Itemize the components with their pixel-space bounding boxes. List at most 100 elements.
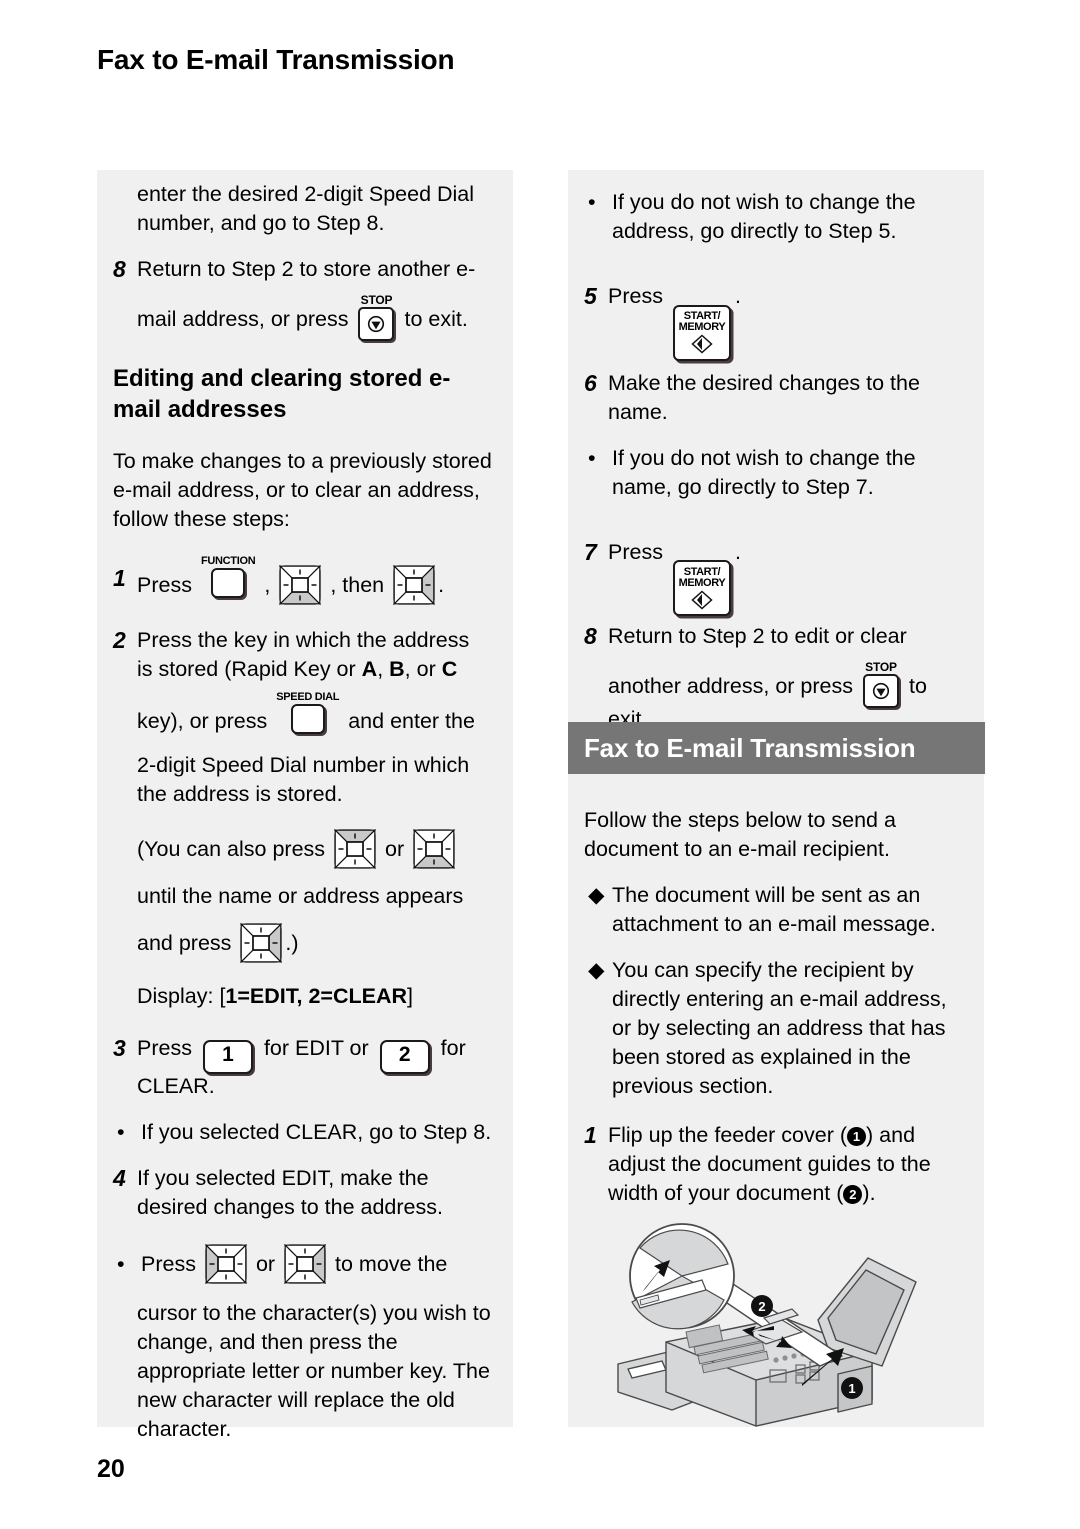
down-arrow-key-icon [279,564,322,606]
display-close: ] [407,984,414,1008]
step-5-press-start: 5 Press START/ MEMORY . [584,268,968,361]
start-memory-line2: MEMORY [678,576,726,589]
bullet-dot: • [588,190,596,214]
fax-machine-drawing: 1 2 [617,1223,917,1427]
bullet-dot: • [117,1252,125,1276]
stop-key-button[interactable] [358,307,395,341]
speed-dial-key[interactable]: SPEED DIAL [276,691,340,749]
right-arrow-key-icon [283,1243,327,1285]
start-memory-key-button[interactable]: START/ MEMORY [672,304,731,361]
bullet-name-no-change: • If you do not wish to change the name,… [584,444,968,502]
left-arrow-key[interactable] [204,1243,248,1301]
function-key-caption: FUNCTION [200,555,256,567]
start-memory-key[interactable]: START/ MEMORY [672,560,731,616]
step-2-line2a: is stored (Rapid Key or [137,657,362,681]
paren-pre: (You can also press [137,837,326,861]
step-7-press-start: 7 Press START/ MEMORY . [584,524,968,616]
subsection-heading: Editing and clearing stored e-mail addre… [113,365,451,423]
step-number: 8 [113,256,126,282]
step-8-store-another: 8 Return to Step 2 to store another e- [113,255,497,284]
stop-key[interactable]: STOP [358,294,395,341]
right-arrow-key[interactable] [240,922,283,980]
step-2-line3: key), or press SPEED DIAL and enter the [137,692,497,749]
speed-dial-key-button[interactable] [290,704,325,734]
step-2-line3-pre: key), or press [137,709,268,733]
bullet-dot: • [117,1120,125,1144]
down-arrow-key[interactable] [412,828,456,886]
diamond-bullet-marker: ◆ [588,958,605,982]
svg-text:1: 1 [848,1381,855,1396]
bullet-clear-go-step8: • If you selected CLEAR, go to Step 8. [113,1118,497,1147]
step-8-line2-post: to [908,674,927,698]
stop-key-caption: STOP [865,660,897,674]
step-number: 3 [113,1035,126,1061]
step-5-press-label: Press [608,284,663,308]
bullet-press-post: to move the [335,1252,448,1276]
start-memory-key[interactable]: START/ MEMORY [672,304,731,361]
bullet-address-no-change: • If you do not wish to change the addre… [584,188,968,246]
step-2-or: , or [404,657,442,681]
continuation-step7-text: enter the desired 2-digit Speed Dial num… [137,182,475,235]
step-number: 8 [584,623,597,649]
step-3-press-label: Press [137,1036,192,1060]
step-1-press-keys: 1 Press FUNCTION , , then . [113,556,497,620]
marker-1: 1 [847,1127,867,1146]
rapid-key-A: A [361,657,378,681]
start-memory-key-button[interactable]: START/ MEMORY [672,560,731,616]
bullet-press-pre: Press [141,1252,196,1276]
step-number: 2 [113,627,126,653]
bullet-press-arrows: • Press or to move the [113,1240,497,1301]
function-key-button[interactable] [211,568,246,598]
up-arrow-key-icon [333,828,377,870]
paren3-post: .) [285,931,299,955]
speed-dial-key-caption: SPEED DIAL [276,691,340,703]
right-arrow-key-icon [392,564,436,606]
start-memory-line2: MEMORY [678,321,726,333]
bullet-press-rest: cursor to the character(s) you wish to c… [137,1301,491,1441]
step-8-line2-post: to exit. [404,307,468,331]
bullet-dot: • [588,445,596,470]
step-6-text: Make the desired changes to the name. [608,370,920,424]
step-7-press-label: Press [608,539,663,564]
step-3-line2: CLEAR. [137,1074,215,1098]
right-arrow-key[interactable] [392,564,436,620]
step-8-line1: Return to Step 2 to edit or clear [608,624,907,648]
step-8-line1: Return to Step 2 to store another e- [137,257,476,281]
up-arrow-key[interactable] [333,828,377,886]
diamond-bullet-marker: ◆ [588,883,605,907]
right-arrow-key[interactable] [283,1243,327,1301]
step-1-part1: Flip up the feeder cover ( [608,1123,848,1147]
right-arrow-key-icon [240,922,283,964]
step-8-line2-pre: mail address, or press [137,307,349,331]
paren3-pre: and press [137,931,232,955]
step-2-line1: Press the key in which the address [137,628,470,652]
function-key[interactable]: FUNCTION [200,555,256,613]
bullet-address-text: If you do not wish to change the address… [612,190,916,243]
editing-intro-text: To make changes to a previously stored e… [113,449,492,531]
step-2-paren-line3: and press .) [137,919,497,980]
paren-or: or [385,837,405,861]
stop-key[interactable]: STOP [862,660,899,708]
fax-machine-illustration: 1 2 [584,1214,968,1434]
stop-key-button[interactable] [862,674,899,708]
bullet-clear-text: If you selected CLEAR, go to Step 8. [141,1120,492,1144]
down-arrow-key[interactable] [279,564,322,620]
step-1-sep1: , [264,573,271,597]
number-key-2[interactable]: 2 [379,1040,430,1074]
section-banner: Fax to E-mail Transmission [568,722,985,774]
number-key-1[interactable]: 1 [202,1040,253,1074]
page-number: 20 [97,1455,125,1483]
right-column-panel: • If you do not wish to change the addre… [568,170,984,1427]
step-3-post: for [440,1036,466,1060]
step-8-return-edit-clear: 8 Return to Step 2 to edit or clear [584,622,968,651]
step-1-part3: ). [862,1181,876,1205]
step-8-line2: another address, or press STOP to [608,661,968,709]
start-diamond-icon [691,589,713,610]
rapid-key-B: B [389,657,405,681]
rapid-key-C: C [441,657,458,681]
diamond-bullet-1-text: The document will be sent as an attachme… [612,883,936,936]
step-6-change-name: 6 Make the desired changes to the name. [584,369,968,427]
step-2-comma1: , [377,657,390,681]
diamond-bullet-recipient: ◆ You can specify the recipient by direc… [584,956,968,1101]
step-7-end: . [734,539,741,564]
